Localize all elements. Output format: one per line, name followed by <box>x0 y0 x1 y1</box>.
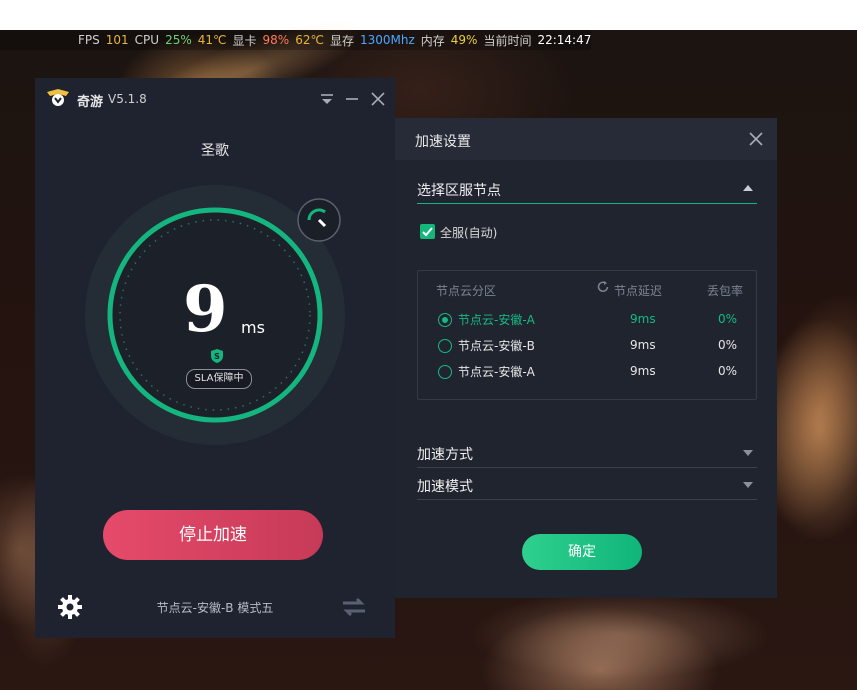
node-name: 节点云-安徽-A <box>458 365 535 379</box>
radio-selected[interactable] <box>438 313 452 327</box>
close-icon[interactable] <box>748 131 764 147</box>
radio-unselected[interactable] <box>438 365 452 379</box>
fps-label: FPS <box>78 33 100 47</box>
speedometer-icon[interactable] <box>297 198 341 242</box>
chevron-up-icon <box>743 185 753 191</box>
hardware-monitor-overlay: FPS 101 CPU 25% 41℃ 显卡 98% 62℃ 显存 1300Mh… <box>0 30 592 50</box>
node-loss: 0% <box>718 364 738 378</box>
accelerator-main-window: 奇游 V5.1.8 圣歌 9 ms S SLA保障中 停止加速 节点云-安徽-B… <box>35 78 395 638</box>
node-loss: 0% <box>718 338 738 352</box>
time-label: 当前时间 <box>483 33 532 48</box>
fps-value: 101 <box>105 33 129 47</box>
vram-value: 1300Mhz <box>359 33 415 47</box>
shield-icon: S <box>211 349 223 363</box>
cpu-label: CPU <box>134 33 160 47</box>
app-version: V5.1.8 <box>108 92 147 106</box>
close-icon[interactable] <box>369 90 387 108</box>
settings-header: 加速设置 <box>395 118 777 160</box>
refresh-icon[interactable] <box>596 280 610 294</box>
radio-unselected[interactable] <box>438 339 452 353</box>
gpu-temp: 62℃ <box>295 33 324 47</box>
minimize-icon[interactable] <box>343 90 361 108</box>
latency-unit: ms <box>241 318 265 337</box>
time-value: 22:14:47 <box>537 33 592 47</box>
sla-badge: SLA保障中 <box>186 369 252 389</box>
vram-label: 显存 <box>329 33 354 48</box>
table-row[interactable]: 节点云-安徽-B 9ms 0% <box>418 335 756 357</box>
confirm-button[interactable]: 确定 <box>522 534 642 570</box>
gpu-label: 显卡 <box>232 33 257 48</box>
node-delay: 9ms <box>630 364 656 378</box>
zone-header: 节点云分区 <box>436 284 497 298</box>
mem-value: 49% <box>450 33 478 47</box>
acceleration-settings-panel: 加速设置 选择区服节点 全服(自动) 节点云分区 节点延迟 丢包率 节点云-安徽… <box>395 118 777 598</box>
check-icon <box>422 227 433 237</box>
section-divider <box>417 203 757 204</box>
acceleration-mode-label: 加速模式 <box>417 479 473 495</box>
node-name: 节点云-安徽-A <box>458 313 535 327</box>
switch-mode-icon[interactable] <box>339 594 369 620</box>
menu-icon[interactable] <box>318 90 336 108</box>
game-name: 圣歌 <box>201 143 229 159</box>
chevron-down-icon <box>743 450 753 456</box>
acceleration-method-section[interactable]: 加速方式 <box>417 438 757 468</box>
chevron-down-icon <box>743 482 753 488</box>
cpu-value: 25% <box>165 33 192 47</box>
latency-value: 9 <box>183 272 228 347</box>
region-node-section[interactable]: 选择区服节点 <box>417 174 757 204</box>
node-loss: 0% <box>718 312 738 326</box>
gpu-value: 98% <box>262 33 290 47</box>
stop-acceleration-button[interactable]: 停止加速 <box>103 510 323 560</box>
settings-title: 加速设置 <box>415 134 471 150</box>
auto-server-checkbox[interactable] <box>420 224 435 239</box>
section-divider <box>417 467 757 468</box>
mem-label: 内存 <box>420 33 445 48</box>
node-delay: 9ms <box>630 338 656 352</box>
node-delay: 9ms <box>630 312 656 326</box>
delay-header: 节点延迟 <box>614 284 663 298</box>
node-name: 节点云-安徽-B <box>458 339 535 353</box>
node-table: 节点云分区 节点延迟 丢包率 节点云-安徽-A 9ms 0% 节点云-安徽-B … <box>417 270 757 400</box>
region-node-label: 选择区服节点 <box>417 183 501 199</box>
app-name: 奇游 <box>77 95 104 110</box>
cpu-temp: 41℃ <box>197 33 227 47</box>
acceleration-method-label: 加速方式 <box>417 447 473 463</box>
table-row[interactable]: 节点云-安徽-A 9ms 0% <box>418 361 756 383</box>
svg-text:S: S <box>214 352 220 361</box>
section-divider <box>417 499 757 500</box>
title-bar[interactable]: 奇游 V5.1.8 <box>35 78 395 122</box>
radio-dot <box>442 317 448 323</box>
qiyou-logo-icon <box>47 89 69 106</box>
loss-header: 丢包率 <box>707 284 744 298</box>
acceleration-mode-section[interactable]: 加速模式 <box>417 470 757 500</box>
auto-server-label: 全服(自动) <box>440 226 498 240</box>
table-row[interactable]: 节点云-安徽-A 9ms 0% <box>418 309 756 331</box>
